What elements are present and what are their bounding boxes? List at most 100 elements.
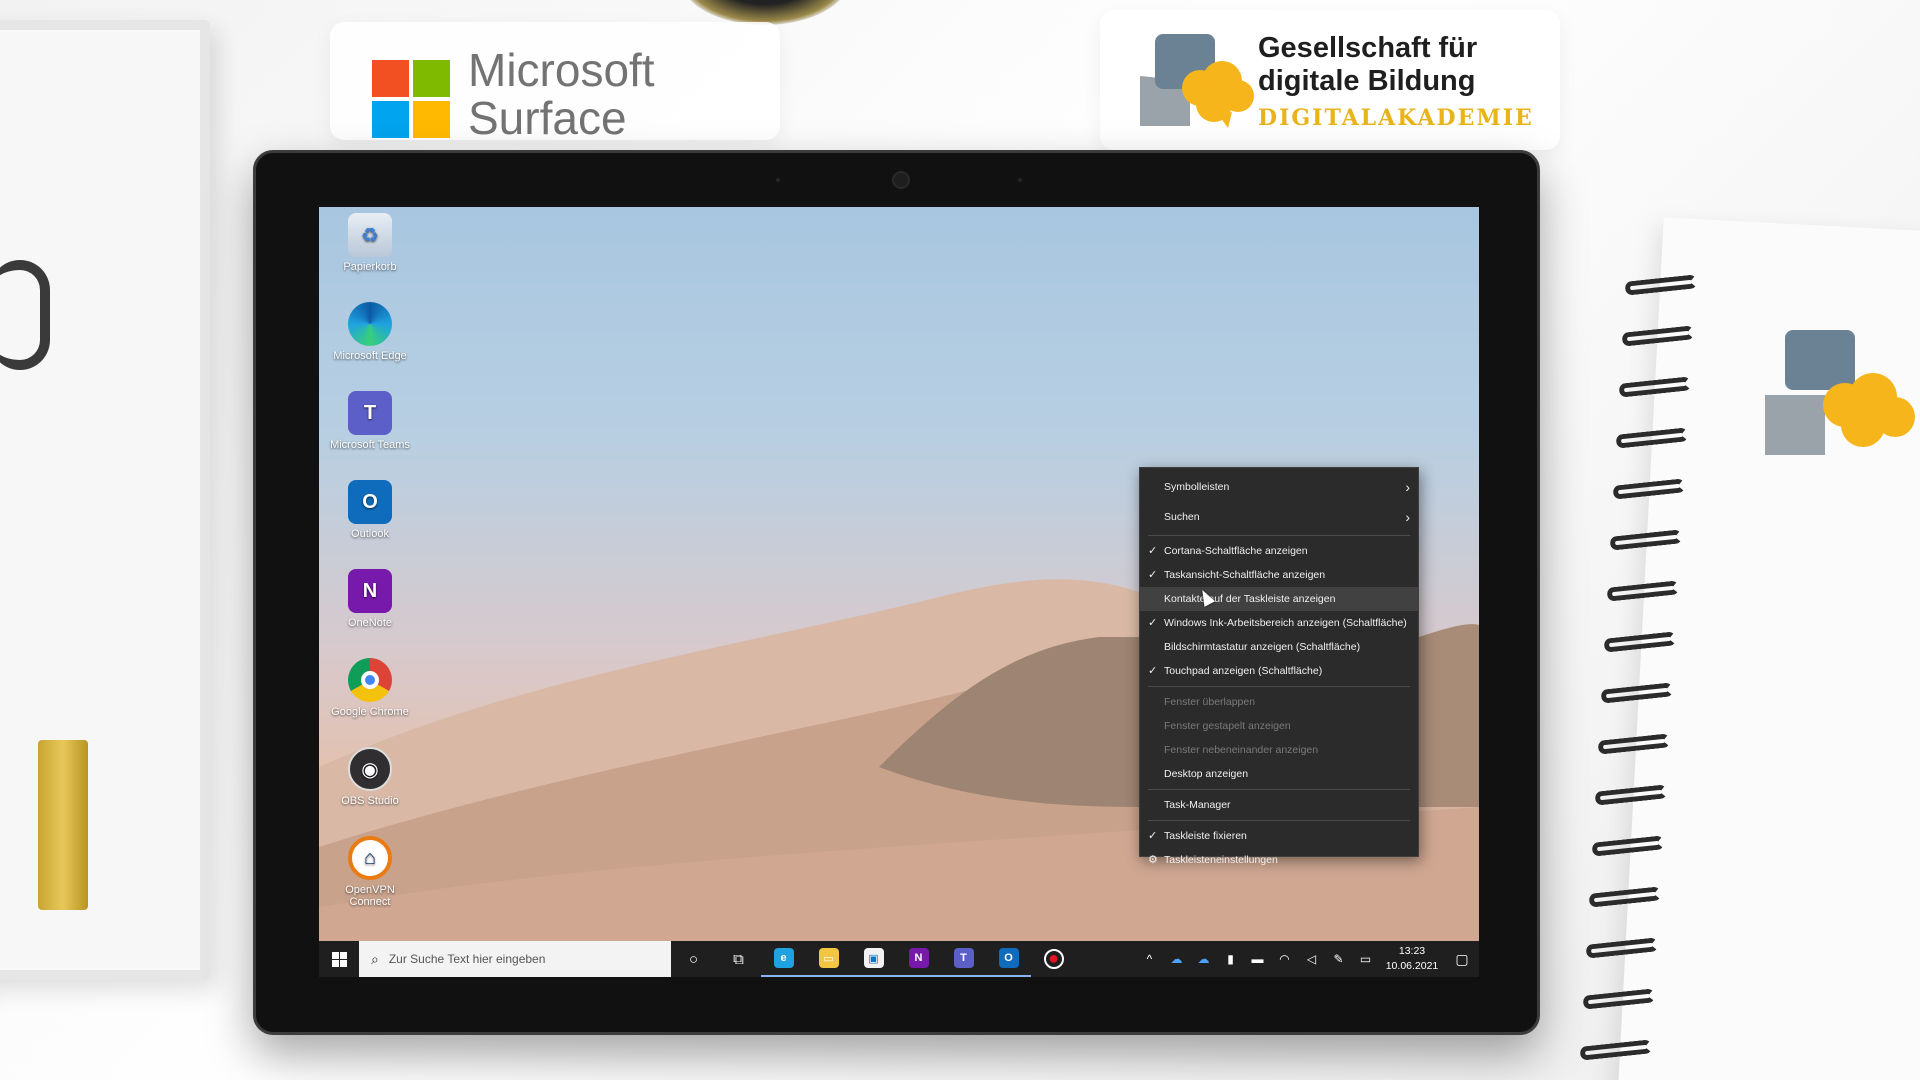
windows-logo-icon bbox=[331, 951, 347, 967]
menu-item-cortana-schaltfläche-anzeigen[interactable]: ✓ Cortana-Schaltfläche anzeigen bbox=[1140, 539, 1418, 563]
explorer-icon: ▭ bbox=[818, 948, 839, 968]
onedrive-business-icon[interactable]: ☁ bbox=[1190, 952, 1217, 966]
menu-item-label: Taskansicht-Schaltfläche anzeigen bbox=[1164, 569, 1326, 581]
sensor bbox=[776, 178, 780, 182]
desktop-icon-openvpn[interactable]: ⌂ OpenVPN Connect bbox=[329, 836, 411, 908]
menu-item-label: Cortana-Schaltfläche anzeigen bbox=[1164, 545, 1308, 557]
notifications-icon[interactable]: ▢ bbox=[1445, 951, 1479, 968]
menu-item-fenster-nebeneinander-anzeigen: Fenster nebeneinander anzeigen bbox=[1140, 738, 1418, 762]
checkmark-icon: ✓ bbox=[1148, 545, 1158, 557]
taskbar-outlook[interactable]: O bbox=[986, 941, 1031, 977]
menu-separator bbox=[1148, 820, 1410, 821]
record-icon: ● bbox=[1043, 949, 1064, 969]
desktop-screen[interactable]: ♻ Papierkorb Microsoft Edge T Microsoft Team… bbox=[319, 207, 1479, 977]
wifi-icon[interactable]: ◠ bbox=[1271, 952, 1298, 966]
desktop-icon-onenote[interactable]: N OneNote bbox=[329, 569, 411, 629]
menu-item-label: Fenster gestapelt anzeigen bbox=[1164, 720, 1291, 732]
start-button[interactable] bbox=[319, 941, 359, 977]
pen-icon[interactable]: ✎ bbox=[1325, 952, 1352, 966]
menu-item-label: Symbolleisten bbox=[1164, 481, 1230, 493]
speech-bubble-logo-icon bbox=[1140, 34, 1254, 128]
menu-item-taskansicht-schaltfläche-anzeigen[interactable]: ✓ Taskansicht-Schaltfläche anzeigen bbox=[1140, 563, 1418, 587]
desktop-icon-obs[interactable]: ◉ OBS Studio bbox=[329, 747, 411, 807]
search-placeholder: Zur Suche Text hier eingeben bbox=[388, 952, 546, 966]
taskbar-context-menu: Symbolleisten › Suchen › ✓ Cortana-Schaltfläc… bbox=[1139, 467, 1419, 866]
taskbar-explorer[interactable]: ▭ bbox=[806, 941, 851, 977]
taskbar-edge[interactable]: e bbox=[761, 941, 806, 977]
onedrive-icon[interactable]: ☁ bbox=[1163, 952, 1190, 966]
taskbar-teams[interactable]: T bbox=[941, 941, 986, 977]
desktop-icon-label: Google Chrome bbox=[331, 706, 409, 718]
menu-item-fenster-gestapelt-anzeigen: Fenster gestapelt anzeigen bbox=[1140, 714, 1418, 738]
academy-text: Gesellschaft für digitale Bildung DIGITA… bbox=[1258, 32, 1534, 131]
taskbar-onenote[interactable]: N bbox=[896, 941, 941, 977]
sensor bbox=[1018, 178, 1022, 182]
microsoft-logo-icon bbox=[372, 60, 450, 138]
taskbar-store[interactable]: ▣ bbox=[851, 941, 896, 977]
desktop-icon-label: Microsoft Teams bbox=[330, 439, 410, 451]
task-view-icon: ⧉ bbox=[733, 950, 744, 968]
menu-item-windows-ink-arbeitsbereich-anzeigen-schaltfläche[interactable]: ✓ Windows Ink-Arbeitsbereich anzeigen (Sc… bbox=[1140, 611, 1418, 635]
menu-item-desktop-anzeigen[interactable]: Desktop anzeigen bbox=[1140, 762, 1418, 786]
desktop-icon-teams[interactable]: T Microsoft Teams bbox=[329, 391, 411, 451]
menu-item-fenster-überlappen: Fenster überlappen bbox=[1140, 690, 1418, 714]
menu-item-bildschirmtastatur-anzeigen-schaltfläche[interactable]: Bildschirmtastatur anzeigen (Schaltfläch… bbox=[1140, 635, 1418, 659]
menu-item-kontakte-auf-der-taskleiste-anzeigen[interactable]: Kontakte auf der Taskleiste anzeigen bbox=[1140, 587, 1418, 611]
desktop-icon-label: OneNote bbox=[347, 617, 393, 629]
cortana-button[interactable]: ○ bbox=[671, 941, 716, 977]
desktop-icon-label: OBS Studio bbox=[341, 795, 399, 807]
desktop-icon-label: OpenVPN Connect bbox=[345, 884, 395, 908]
teams-icon: T bbox=[348, 391, 392, 435]
search-icon: ⌕ bbox=[371, 950, 379, 967]
academy-label: Gesellschaft für digitale Bildung DIGITA… bbox=[1100, 10, 1560, 150]
menu-item-label: Desktop anzeigen bbox=[1164, 768, 1249, 780]
menu-separator bbox=[1148, 535, 1410, 536]
task-view-button[interactable]: ⧉ bbox=[716, 941, 761, 977]
webcam-icon bbox=[892, 171, 910, 189]
microphone-icon[interactable]: ▮ bbox=[1217, 952, 1244, 966]
teams-icon: T bbox=[953, 948, 974, 968]
taskbar-clock[interactable]: 13:23 10.06.2021 bbox=[1379, 944, 1445, 974]
onenote-icon: N bbox=[908, 948, 929, 968]
microsoft-surface-label: Microsoft Surface bbox=[330, 22, 780, 144]
menu-item-label: Kontakte auf der Taskleiste anzeigen bbox=[1164, 593, 1336, 605]
checkmark-icon: ✓ bbox=[1148, 830, 1158, 842]
checkmark-icon: ✓ bbox=[1148, 665, 1158, 677]
menu-separator bbox=[1148, 789, 1410, 790]
outlook-icon: O bbox=[348, 480, 392, 524]
battery-icon[interactable]: ▬ bbox=[1244, 952, 1271, 966]
desktop-icon-edge[interactable]: Microsoft Edge bbox=[329, 302, 411, 362]
desktop-icon-chrome[interactable]: Google Chrome bbox=[329, 658, 411, 718]
keyboard-icon[interactable]: ▭ bbox=[1352, 952, 1379, 966]
desktop-icon-label: Microsoft Edge bbox=[333, 350, 407, 362]
menu-item-symbolleisten[interactable]: Symbolleisten › bbox=[1140, 472, 1418, 502]
menu-item-label: Taskleisteneinstellungen bbox=[1164, 854, 1278, 866]
taskbar: ⌕ Zur Suche Text hier eingeben ○ ⧉ e ▭ ▣ N T O ●… bbox=[319, 941, 1479, 977]
outlook-icon: O bbox=[998, 948, 1019, 968]
taskbar-record[interactable]: ● bbox=[1031, 941, 1076, 977]
menu-item-task-manager[interactable]: Task-Manager bbox=[1140, 793, 1418, 817]
menu-item-touchpad-anzeigen-schaltfläche[interactable]: ✓ Touchpad anzeigen (Schaltfläche) bbox=[1140, 659, 1418, 683]
yellow-tab bbox=[38, 740, 88, 910]
desktop-icon-outlook[interactable]: O Outlook bbox=[329, 480, 411, 540]
menu-item-label: Bildschirmtastatur anzeigen (Schaltfläch… bbox=[1164, 641, 1361, 653]
speech-bubble-logo-icon bbox=[1765, 330, 1915, 455]
cortana-icon: ○ bbox=[688, 950, 699, 968]
onenote-icon: N bbox=[348, 569, 392, 613]
desktop-icon-recycle-bin[interactable]: ♻ Papierkorb bbox=[329, 213, 411, 273]
binder-clip bbox=[0, 260, 50, 370]
volume-icon[interactable]: ◁ bbox=[1298, 952, 1325, 966]
taskbar-search-box[interactable]: ⌕ Zur Suche Text hier eingeben bbox=[359, 941, 671, 977]
checkmark-icon: ✓ bbox=[1148, 569, 1158, 581]
microsoft-surface-text: Microsoft Surface bbox=[468, 44, 655, 144]
menu-item-taskleiste-fixieren[interactable]: ✓ Taskleiste fixieren bbox=[1140, 824, 1418, 848]
menu-item-taskleisteneinstellungen[interactable]: ⚙ Taskleisteneinstellungen bbox=[1140, 848, 1418, 872]
menu-item-suchen[interactable]: Suchen › bbox=[1140, 502, 1418, 532]
obs-icon: ◉ bbox=[348, 747, 392, 791]
chevron-up-icon[interactable]: ^ bbox=[1136, 952, 1163, 966]
menu-item-label: Task-Manager bbox=[1164, 799, 1231, 811]
left-notebook bbox=[0, 20, 210, 980]
edge-icon bbox=[348, 302, 392, 346]
system-tray: ^ ☁ ☁ ▮ ▬ ◠ ◁ ✎ ▭ 13:23 10.06.2021 ▢ bbox=[1136, 941, 1479, 977]
menu-separator bbox=[1148, 686, 1410, 687]
